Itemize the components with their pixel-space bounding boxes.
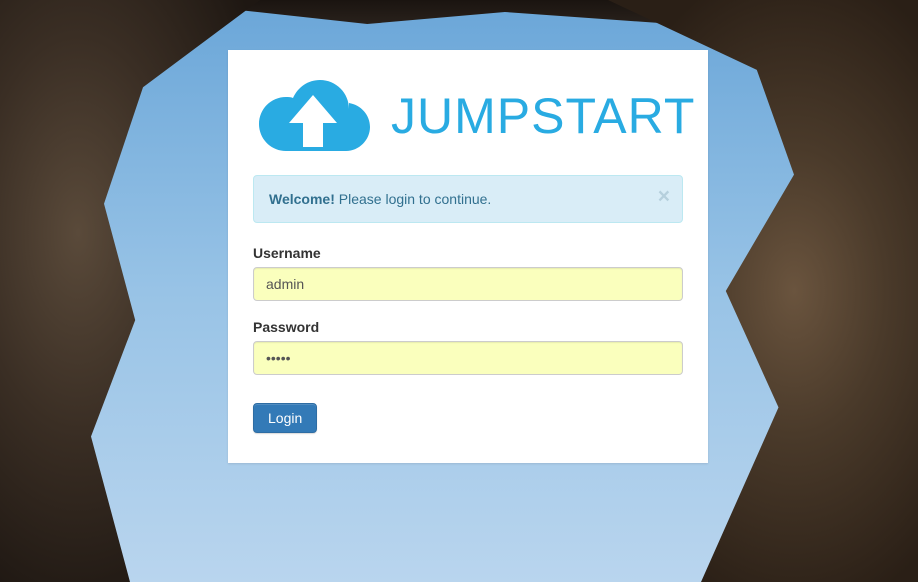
- alert-text: Please login to continue.: [335, 191, 491, 207]
- username-input[interactable]: [253, 267, 683, 301]
- background-rock-left: [0, 0, 260, 582]
- welcome-alert: Welcome! Please login to continue. ×: [253, 175, 683, 223]
- brand-wordmark: JUMPSTART: [391, 91, 695, 141]
- login-panel: JUMPSTART Welcome! Please login to conti…: [228, 50, 708, 463]
- actions-row: Login: [253, 403, 683, 433]
- cloud-upload-icon: [253, 75, 373, 157]
- password-input[interactable]: [253, 341, 683, 375]
- login-button[interactable]: Login: [253, 403, 317, 433]
- password-label: Password: [253, 319, 683, 335]
- brand-row: JUMPSTART: [253, 75, 683, 157]
- username-group: Username: [253, 245, 683, 301]
- alert-close-button[interactable]: ×: [658, 186, 670, 207]
- username-label: Username: [253, 245, 683, 261]
- close-icon: ×: [658, 185, 670, 208]
- alert-strong: Welcome!: [269, 191, 335, 207]
- password-group: Password: [253, 319, 683, 375]
